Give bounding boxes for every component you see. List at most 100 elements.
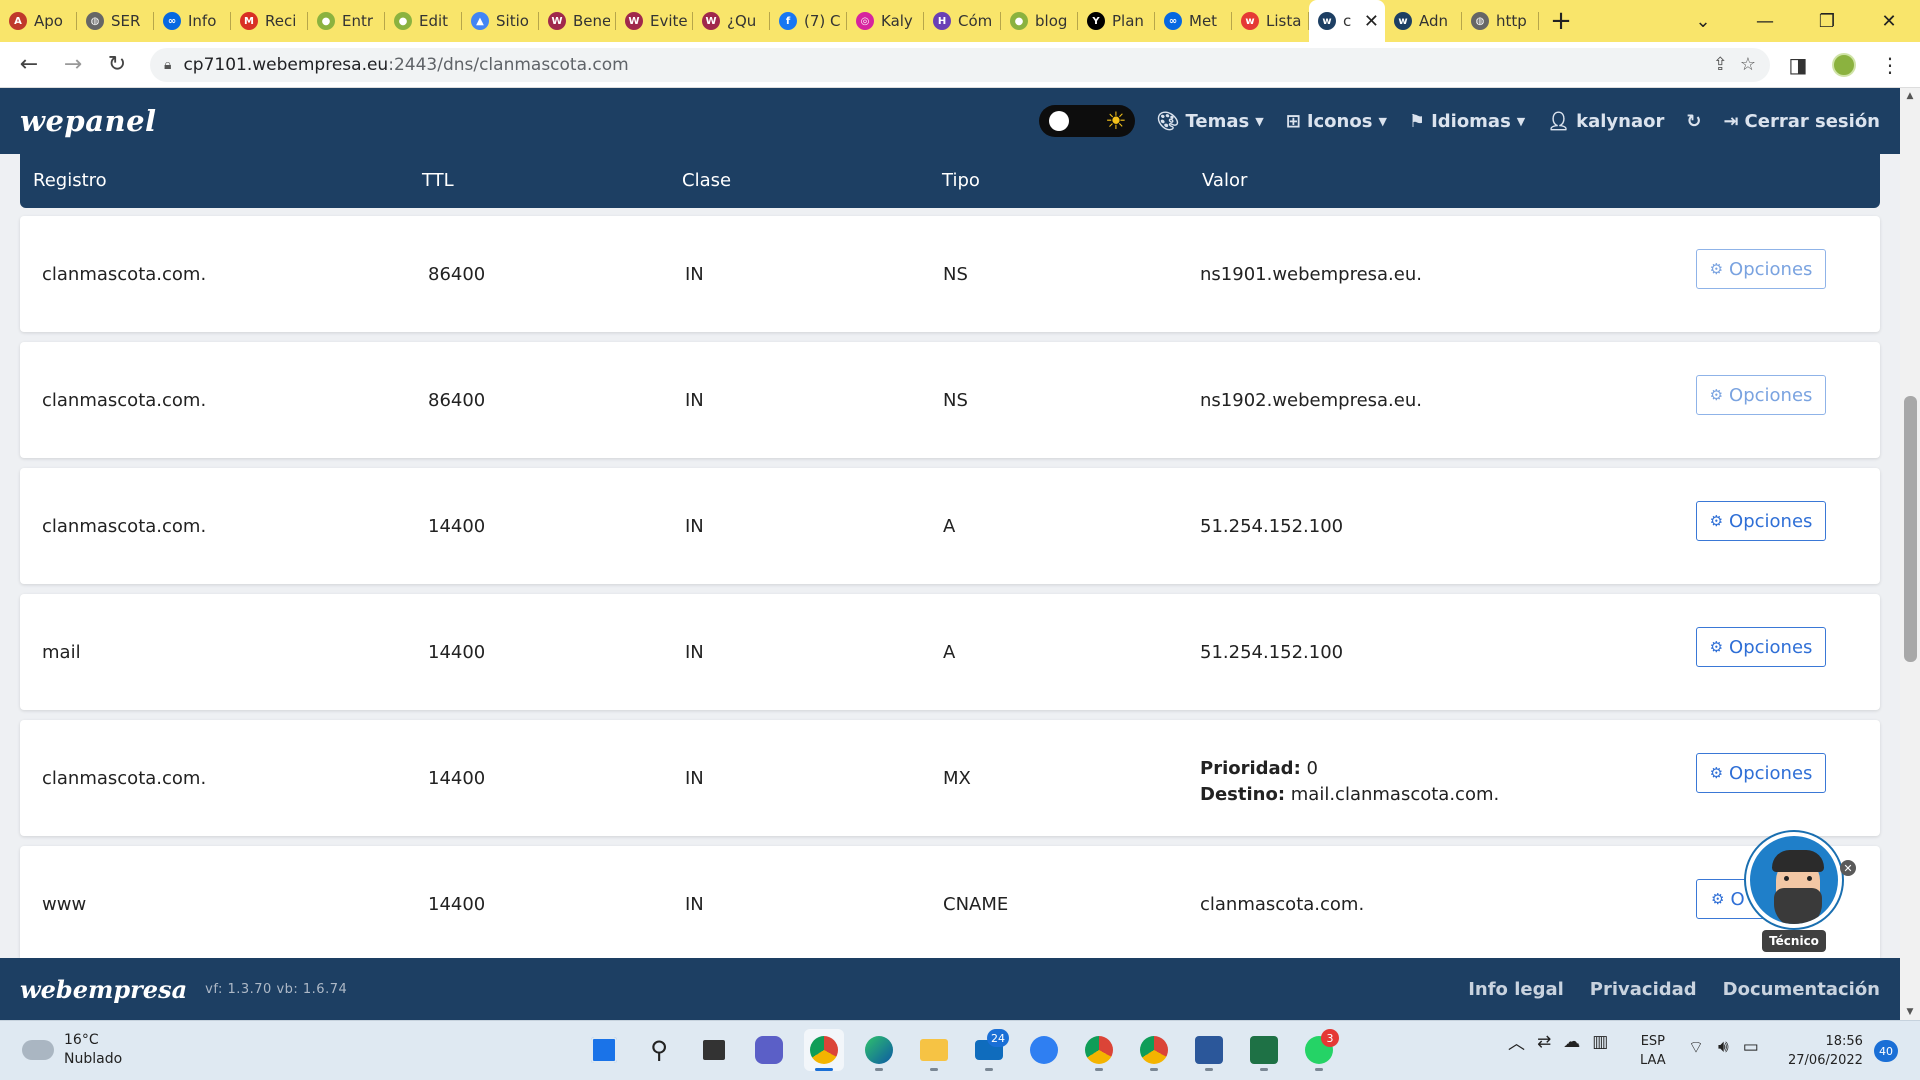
header-registro[interactable]: Registro <box>33 170 107 191</box>
link-privacidad[interactable]: Privacidad <box>1590 979 1697 1000</box>
file-explorer-icon[interactable] <box>914 1029 954 1071</box>
browser-tab[interactable]: w Lista <box>1232 0 1309 42</box>
reload-button[interactable]: ↻ <box>100 48 134 82</box>
chrome-profile-2-icon[interactable] <box>1134 1029 1174 1071</box>
language-code: ESP <box>1640 1034 1665 1049</box>
browser-tab[interactable]: ● Entr <box>308 0 385 42</box>
network-sharing-icon[interactable]: ⇄ <box>1537 1032 1551 1052</box>
header-clase[interactable]: Clase <box>682 170 731 191</box>
weather-widget[interactable]: 16°C Nublado <box>22 1031 122 1069</box>
options-button[interactable]: ⚙ Opciones <box>1696 375 1826 415</box>
browser-tab[interactable]: ● blog <box>1001 0 1078 42</box>
link-documentacion[interactable]: Documentación <box>1723 979 1880 1000</box>
browser-tab[interactable]: f (7) C <box>770 0 847 42</box>
bot-close-icon[interactable]: ✕ <box>1840 860 1856 876</box>
teams-chat-icon[interactable] <box>749 1029 789 1071</box>
scroll-thumb[interactable] <box>1904 396 1917 662</box>
side-panel-icon[interactable]: ◨ <box>1780 48 1816 82</box>
language-indicator[interactable]: ESP LAA <box>1640 1032 1666 1070</box>
chrome-profile-icon[interactable] <box>1079 1029 1119 1071</box>
header-tipo[interactable]: Tipo <box>942 170 980 191</box>
cell-clase: IN <box>685 516 704 537</box>
meet-icon[interactable]: ▥ <box>1592 1032 1608 1052</box>
support-bot-avatar[interactable] <box>1746 832 1842 928</box>
clock[interactable]: 18:56 27/06/2022 <box>1788 1032 1863 1070</box>
header-ttl[interactable]: TTL <box>422 170 454 191</box>
new-tab-button[interactable]: + <box>1539 0 1583 42</box>
browser-tab[interactable]: ◍ http <box>1462 0 1539 42</box>
header-valor[interactable]: Valor <box>1202 170 1247 191</box>
scroll-down-arrow-icon[interactable]: ▼ <box>1900 1004 1920 1020</box>
word-icon[interactable] <box>1189 1029 1229 1071</box>
tab-title: Adn <box>1419 12 1449 30</box>
browser-tab[interactable]: W ¿Qu <box>693 0 770 42</box>
start-button[interactable] <box>584 1029 624 1071</box>
mail-icon[interactable]: 24 <box>969 1029 1009 1071</box>
whatsapp-icon[interactable]: 3 <box>1299 1029 1339 1071</box>
options-button[interactable]: ⚙ Opciones <box>1696 249 1826 289</box>
wepanel-logo[interactable]: wepanel <box>20 104 157 138</box>
address-bar[interactable]: 🔒︎ cp7101.webempresa.eu:2443/dns/clanmas… <box>150 47 1770 82</box>
browser-tab[interactable]: w c ✕ <box>1309 0 1385 42</box>
tab-favicon-icon: w <box>1394 12 1412 30</box>
browser-tab[interactable]: W Bene <box>539 0 616 42</box>
tab-close-icon[interactable]: ✕ <box>1364 11 1379 32</box>
task-view-icon[interactable] <box>694 1029 734 1071</box>
refresh-button[interactable]: ↻ <box>1686 111 1701 132</box>
theme-toggle[interactable]: ☀ <box>1038 105 1135 137</box>
tab-search-icon[interactable]: ⌄ <box>1672 0 1734 42</box>
options-button[interactable]: ⚙ Opciones <box>1696 627 1826 667</box>
edge-icon[interactable] <box>859 1029 899 1071</box>
profile-avatar[interactable] <box>1826 48 1862 82</box>
browser-tab[interactable]: H Cóm <box>924 0 1001 42</box>
notification-badge[interactable]: 40 <box>1874 1040 1898 1062</box>
share-icon[interactable]: ⇪ <box>1713 54 1728 75</box>
windows-taskbar: 16°C Nublado ⚲ 24 3 ︿ ⇄ ☁ ▥ ESP LAA ⌔ 🔊︎… <box>0 1020 1920 1080</box>
browser-tab[interactable]: ◎ Kaly <box>847 0 924 42</box>
messaging-icon[interactable] <box>1024 1029 1064 1071</box>
scroll-up-arrow-icon[interactable]: ▲ <box>1900 88 1920 104</box>
browser-tab[interactable]: M Reci <box>231 0 308 42</box>
minimize-button[interactable]: — <box>1734 0 1796 42</box>
excel-icon[interactable] <box>1244 1029 1284 1071</box>
search-icon[interactable]: ⚲ <box>639 1029 679 1071</box>
browser-tab[interactable]: W Evite <box>616 0 693 42</box>
browser-tab[interactable]: Y Plan <box>1078 0 1155 42</box>
options-button[interactable]: ⚙ Opciones <box>1696 501 1826 541</box>
tab-favicon-icon: Y <box>1087 12 1105 30</box>
chrome-icon[interactable] <box>804 1029 844 1071</box>
browser-tab[interactable]: w Adn <box>1385 0 1462 42</box>
page-scrollbar[interactable]: ▲ ▼ <box>1900 88 1920 1020</box>
bookmark-star-icon[interactable]: ☆ <box>1740 54 1756 75</box>
tab-title: Lista <box>1266 12 1302 30</box>
browser-tab[interactable]: ∞ Info <box>154 0 231 42</box>
browser-tab[interactable]: ∞ Met <box>1155 0 1232 42</box>
cell-registro: www <box>42 894 87 915</box>
close-window-button[interactable]: ✕ <box>1858 0 1920 42</box>
options-button[interactable]: ⚙ Opciones <box>1696 753 1826 793</box>
back-button[interactable]: ← <box>12 48 46 82</box>
browser-tab[interactable]: ▲ Sitio <box>462 0 539 42</box>
browser-tab[interactable]: A Apo <box>0 0 77 42</box>
browser-menu-icon[interactable]: ⋮ <box>1872 48 1908 82</box>
running-indicator <box>875 1068 883 1071</box>
forward-button[interactable]: → <box>56 48 90 82</box>
menu-temas[interactable]: 🎨︎ Temas ▼ <box>1157 111 1264 132</box>
bot-label[interactable]: Técnico <box>1762 930 1826 952</box>
url-host: cp7101.webempresa.eu <box>183 54 389 75</box>
link-info-legal[interactable]: Info legal <box>1468 979 1564 1000</box>
webempresa-logo[interactable]: webempresa <box>20 975 187 1004</box>
browser-tab[interactable]: ● Edit <box>385 0 462 42</box>
quick-settings[interactable]: ⌔ 🔊︎ ▭ <box>1688 1037 1759 1058</box>
system-tray: ︿ ⇄ ☁ ▥ <box>1508 1029 1608 1055</box>
lock-icon[interactable]: 🔒︎ <box>164 57 171 73</box>
menu-idiomas[interactable]: ⚑ Idiomas ▼ <box>1409 111 1525 132</box>
onedrive-cloud-icon[interactable]: ☁ <box>1563 1032 1580 1052</box>
menu-user[interactable]: 👤︎ kalynaor <box>1547 111 1664 132</box>
chevron-up-icon[interactable]: ︿ <box>1508 1029 1525 1054</box>
logout-button[interactable]: ⇥ Cerrar sesión <box>1723 111 1880 132</box>
refresh-icon: ↻ <box>1686 110 1702 132</box>
menu-iconos[interactable]: ⊞ Iconos ▼ <box>1286 111 1387 132</box>
restore-button[interactable]: ❐ <box>1796 0 1858 42</box>
browser-tab[interactable]: ◍ SER <box>77 0 154 42</box>
